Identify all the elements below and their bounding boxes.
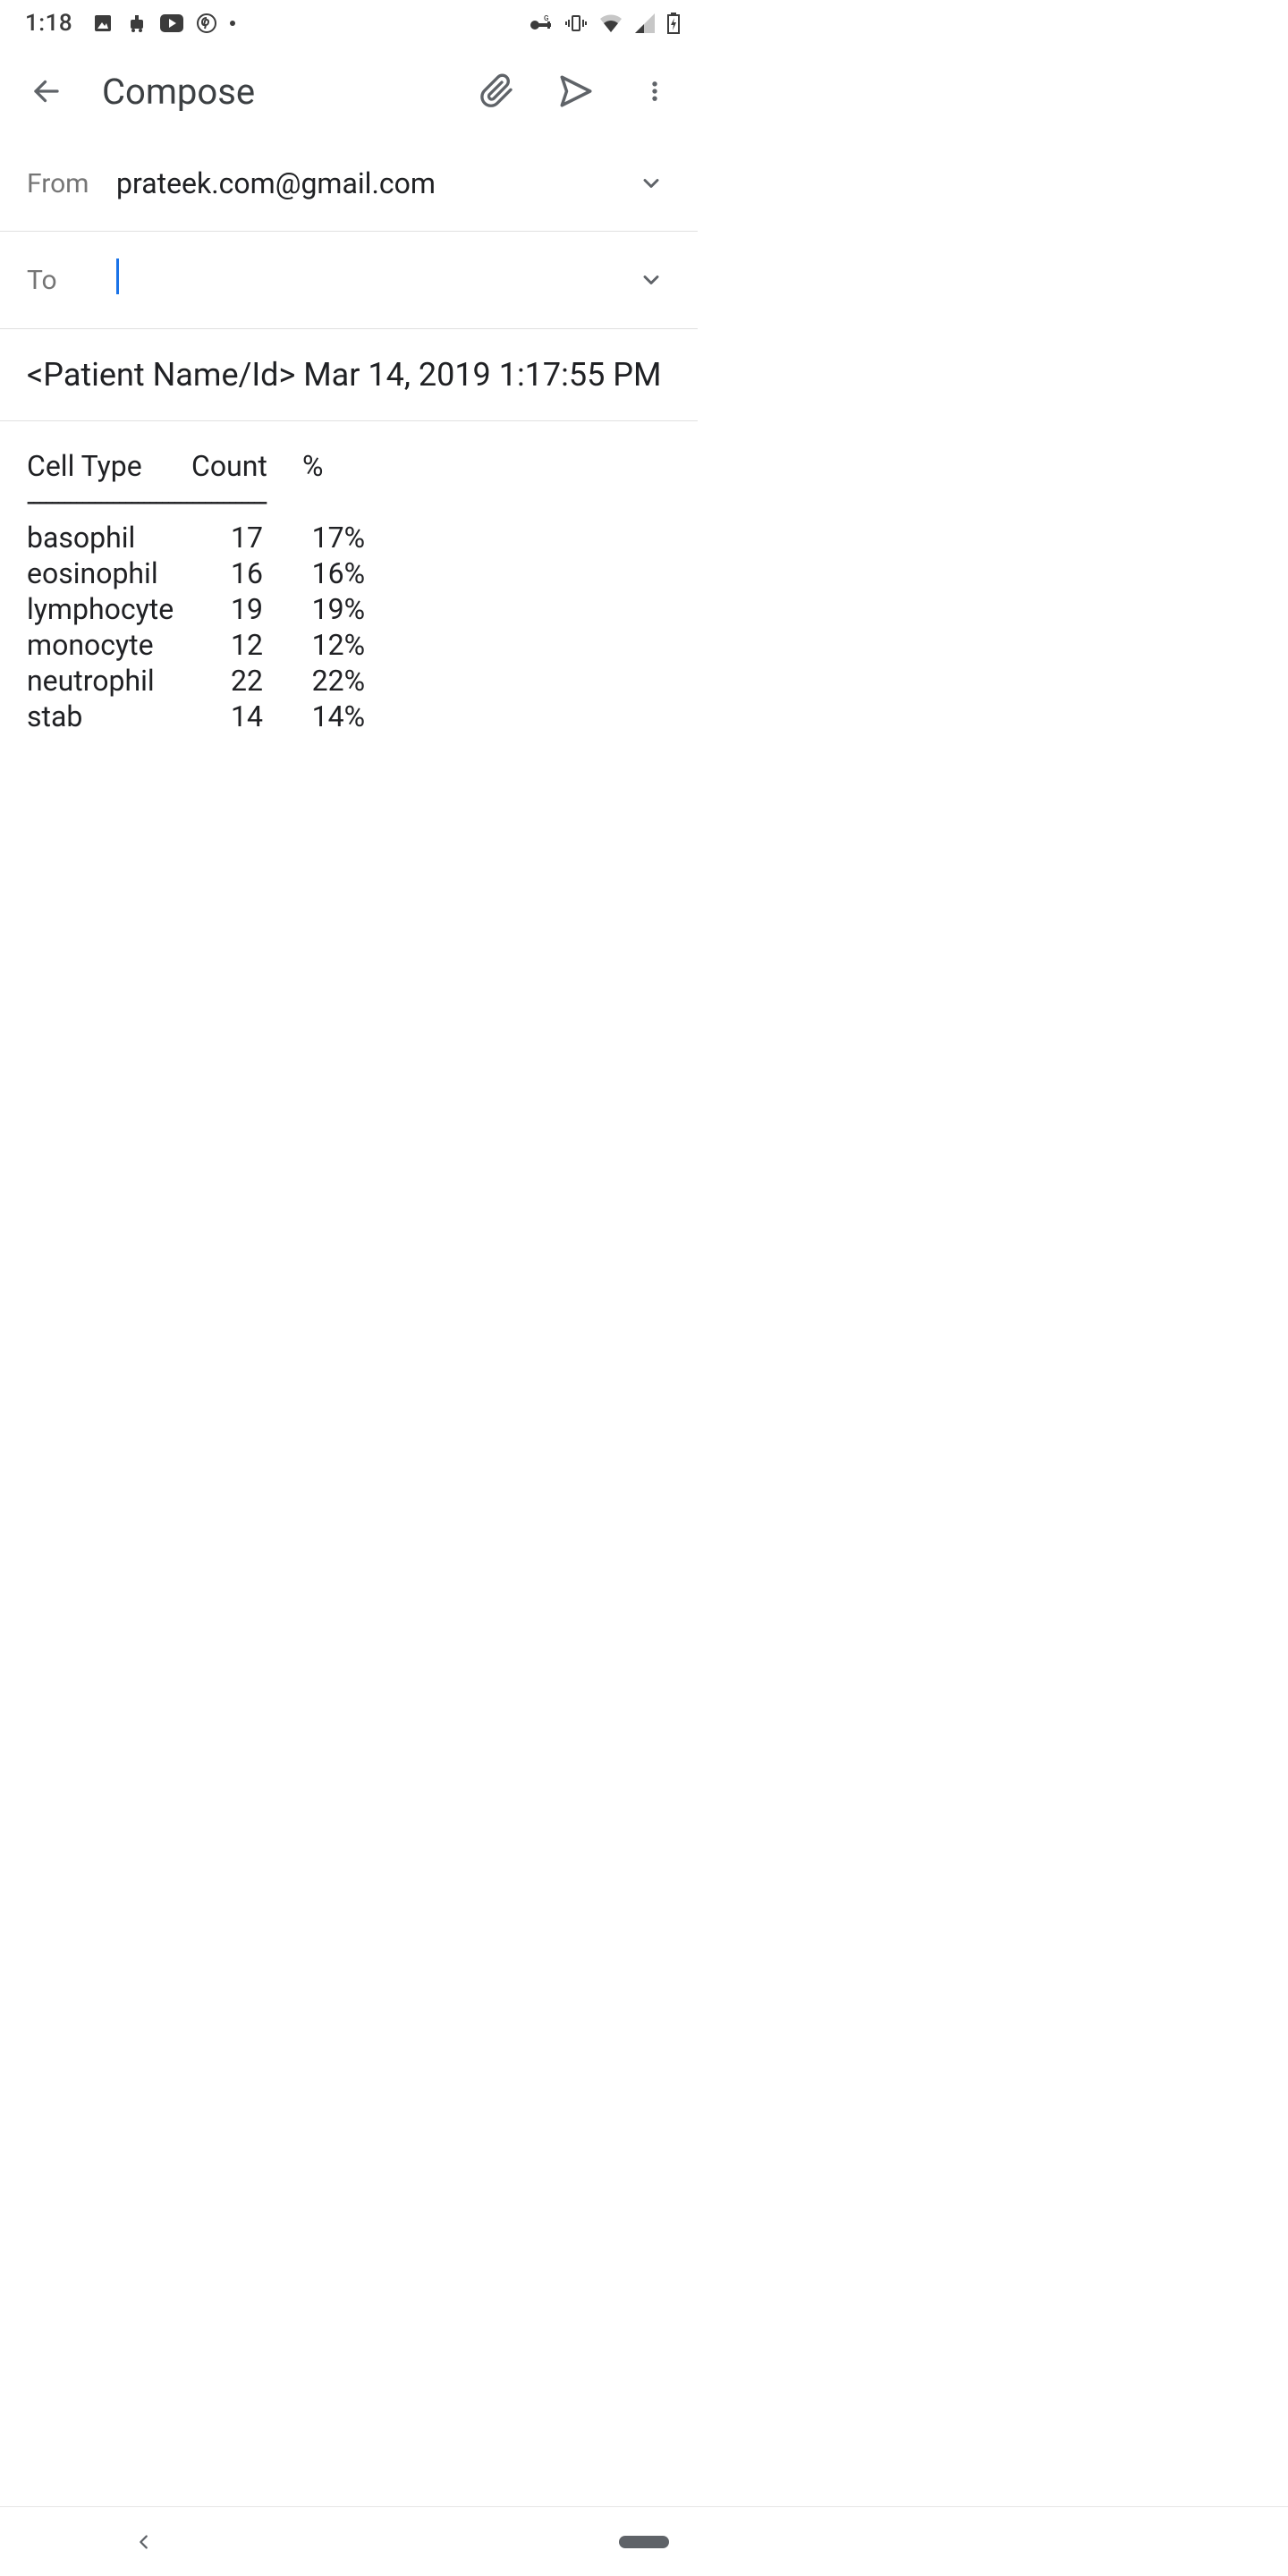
- status-left: 1:18: [25, 10, 235, 37]
- nav-back-button[interactable]: [134, 2532, 154, 2552]
- cell-type: stab: [27, 699, 179, 734]
- subject-input[interactable]: <Patient Name/Id> Mar 14, 2019 1:17:55 P…: [0, 329, 698, 421]
- cell-count: 17: [200, 520, 263, 555]
- body-header-row: Cell Type Count %: [27, 448, 671, 484]
- image-icon: [92, 13, 114, 34]
- arrow-left-icon: [30, 75, 63, 107]
- body-row: monocyte 12 12%: [27, 627, 671, 663]
- cell-type: lymphocyte: [27, 591, 179, 627]
- key-icon: G: [530, 14, 553, 32]
- cell-type: neutrophil: [27, 663, 179, 699]
- cell-type: monocyte: [27, 627, 179, 663]
- cell-pct: 22%: [284, 663, 365, 699]
- body-rows: basophil 17 17% eosinophil 16 16% lympho…: [27, 520, 671, 734]
- to-expand[interactable]: [630, 258, 673, 301]
- send-button[interactable]: [549, 64, 603, 118]
- cell-pct: 16%: [284, 555, 365, 591]
- body-input[interactable]: Cell Type Count % ----------------------…: [0, 421, 698, 761]
- cell-type: basophil: [27, 520, 179, 555]
- text-cursor: [116, 258, 119, 294]
- more-notif-icon: [230, 21, 235, 26]
- chevron-down-icon: [639, 267, 664, 292]
- cell-count: 22: [200, 663, 263, 699]
- to-label: To: [27, 265, 116, 296]
- to-input[interactable]: [116, 258, 630, 301]
- cell-pct: 17%: [284, 520, 365, 555]
- cell-count: 19: [200, 591, 263, 627]
- more-vert-icon: [642, 75, 667, 107]
- youtube-icon: [160, 14, 183, 32]
- status-time: 1:18: [25, 10, 72, 37]
- status-right: G: [530, 13, 680, 34]
- cell-pct: 12%: [284, 627, 365, 663]
- nav-bar: [0, 2506, 1288, 2576]
- body-row: neutrophil 22 22%: [27, 663, 671, 699]
- subject-text: <Patient Name/Id> Mar 14, 2019 1:17:55 P…: [27, 356, 661, 394]
- train-icon: [126, 13, 148, 34]
- send-icon: [557, 72, 595, 110]
- cell-count: 16: [200, 555, 263, 591]
- from-value: prateek.com@gmail.com: [116, 166, 630, 200]
- to-row[interactable]: To: [0, 231, 698, 329]
- cell-pct: 19%: [284, 591, 365, 627]
- chevron-down-icon: [639, 171, 664, 196]
- body-separator: ---------------------------------------: [27, 484, 671, 520]
- wifi-icon: [599, 13, 623, 33]
- back-button[interactable]: [25, 70, 68, 113]
- cell-signal-icon: [635, 13, 655, 33]
- page-title: Compose: [102, 71, 445, 113]
- body-header-pct: %: [302, 448, 356, 484]
- body-row: stab 14 14%: [27, 699, 671, 734]
- body-header-cell: Cell Type: [27, 448, 170, 484]
- body-row: lymphocyte 19 19%: [27, 591, 671, 627]
- cell-count: 14: [200, 699, 263, 734]
- from-expand[interactable]: [630, 162, 673, 205]
- nav-home-pill[interactable]: [619, 2536, 669, 2548]
- cell-count: 12: [200, 627, 263, 663]
- battery-icon: [667, 13, 680, 34]
- paperclip-icon: [479, 73, 515, 109]
- chevron-left-icon: [134, 2532, 154, 2552]
- cell-type: eosinophil: [27, 555, 179, 591]
- body-row: basophil 17 17%: [27, 520, 671, 555]
- from-row[interactable]: From prateek.com@gmail.com: [0, 136, 698, 231]
- body-row: eosinophil 16 16%: [27, 555, 671, 591]
- status-bar: 1:18 G: [0, 0, 698, 47]
- cell-pct: 14%: [284, 699, 365, 734]
- more-button[interactable]: [628, 64, 682, 118]
- pinterest-icon: [196, 13, 217, 34]
- from-label: From: [27, 168, 116, 199]
- vibrate-icon: [565, 13, 587, 34]
- body-header-count: Count: [191, 448, 281, 484]
- app-bar: Compose: [0, 47, 698, 136]
- svg-text:G: G: [544, 14, 548, 22]
- attach-button[interactable]: [470, 64, 524, 118]
